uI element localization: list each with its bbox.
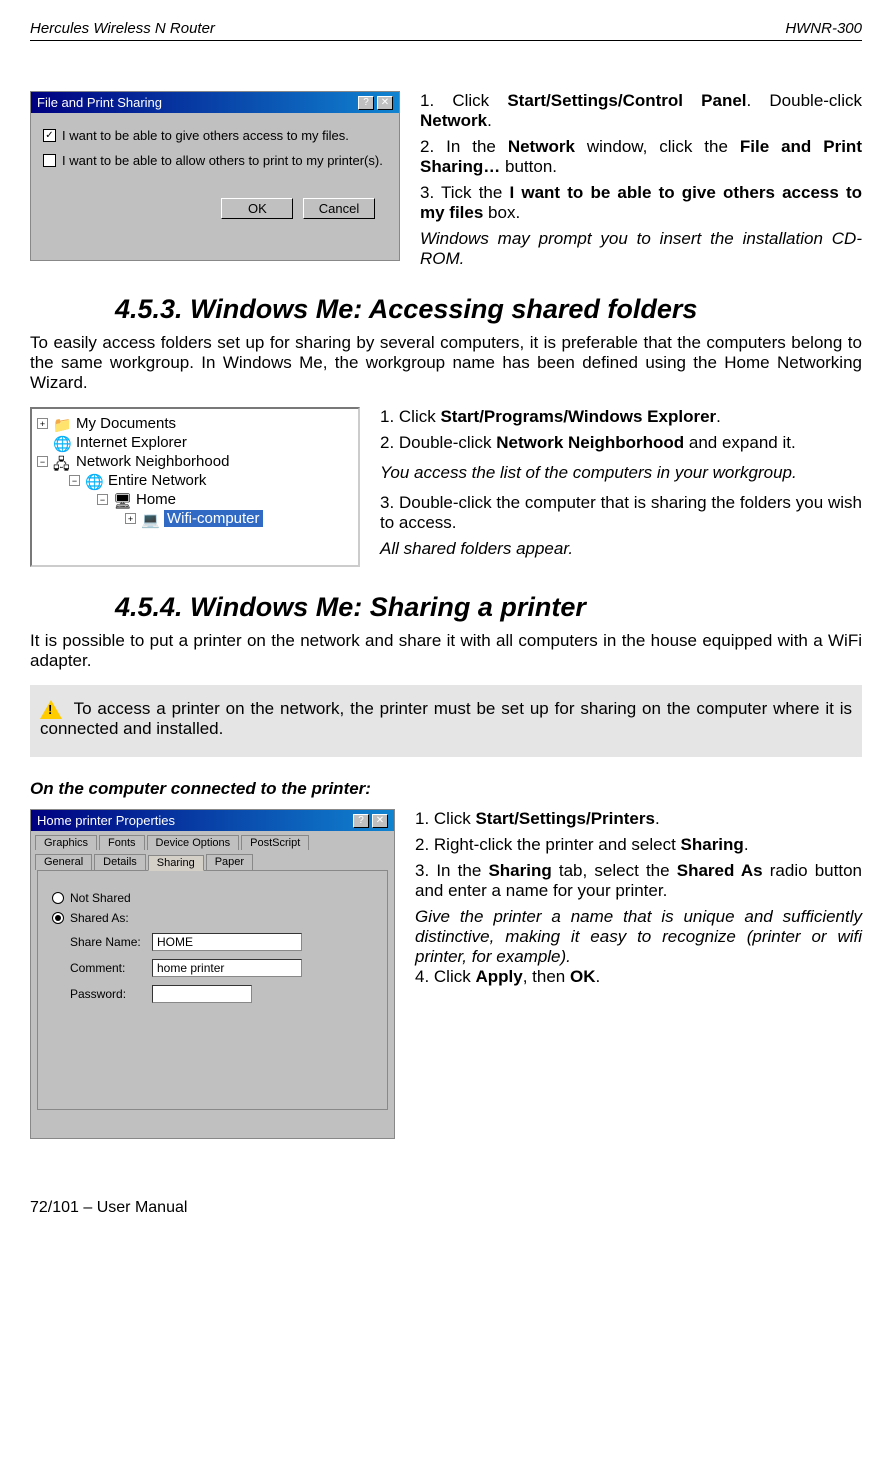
dialog-titlebar: Home printer Properties ? ✕	[31, 810, 394, 831]
note-cdrom: Windows may prompt you to insert the ins…	[420, 229, 862, 269]
page-footer: 72/101 – User Manual	[30, 1199, 862, 1217]
expander-icon[interactable]: −	[37, 456, 48, 467]
tree-item[interactable]: +📁My Documents	[37, 414, 353, 433]
dialog-body: ✓ I want to be able to give others acces…	[31, 113, 399, 234]
header-left: Hercules Wireless N Router	[30, 20, 215, 37]
field-password: Password:	[70, 985, 373, 1003]
tree-item[interactable]: 🌐Internet Explorer	[37, 433, 353, 452]
expander-icon[interactable]: −	[69, 475, 80, 486]
checkbox-label: I want to be able to allow others to pri…	[62, 153, 383, 168]
tree-item[interactable]: +💻Wifi-computer	[37, 509, 353, 528]
titlebar-buttons: ? ✕	[358, 96, 393, 110]
dialog-title-text: Home printer Properties	[37, 813, 175, 828]
step-3: 3. Tick the I want to be able to give ot…	[420, 183, 862, 223]
step-2: 2. In the Network window, click the File…	[420, 137, 862, 177]
folder-icon: 📁	[53, 416, 71, 432]
dialog-titlebar: File and Print Sharing ? ✕	[31, 92, 399, 113]
network-icon: 🖧	[53, 454, 71, 470]
dialog-printer-properties: Home printer Properties ? ✕ Graphics Fon…	[30, 809, 395, 1139]
checkbox-row-files[interactable]: ✓ I want to be able to give others acces…	[43, 128, 387, 143]
label-share-name: Share Name:	[70, 935, 144, 949]
tab-paper[interactable]: Paper	[206, 854, 253, 870]
computer-icon: 💻	[141, 511, 159, 527]
para-453: To easily access folders set up for shar…	[30, 333, 862, 393]
warning-text: To access a printer on the network, the …	[40, 699, 852, 738]
checkbox-row-printers[interactable]: I want to be able to allow others to pri…	[43, 153, 387, 168]
steps-access-shared: 1. Click Start/Programs/Windows Explorer…	[380, 407, 862, 559]
tab-details[interactable]: Details	[94, 854, 146, 870]
header-right: HWNR-300	[785, 20, 862, 37]
checkbox-label: I want to be able to give others access …	[62, 128, 349, 143]
section-heading-454: 4.5.4. Windows Me: Sharing a printer	[115, 592, 862, 623]
note-printer-name: Give the printer a name that is unique a…	[415, 907, 862, 967]
input-share-name[interactable]: HOME	[152, 933, 302, 951]
titlebar-buttons: ? ✕	[353, 814, 388, 828]
note-folders-appear: All shared folders appear.	[380, 539, 862, 559]
help-icon[interactable]: ?	[353, 814, 369, 828]
tab-general[interactable]: General	[35, 854, 92, 870]
close-icon[interactable]: ✕	[377, 96, 393, 110]
step-1: 1. Click Start/Programs/Windows Explorer…	[380, 407, 862, 427]
radio-shared-as[interactable]: Shared As:	[52, 911, 373, 925]
tree-item[interactable]: −🖥Home	[37, 490, 353, 509]
section-heading-453: 4.5.3. Windows Me: Accessing shared fold…	[115, 294, 862, 325]
close-icon[interactable]: ✕	[372, 814, 388, 828]
dialog-file-print-sharing: File and Print Sharing ? ✕ ✓ I want to b…	[30, 91, 400, 261]
label-password: Password:	[70, 987, 144, 1001]
checkbox-icon[interactable]	[43, 154, 56, 167]
tree-item[interactable]: −🌐Entire Network	[37, 471, 353, 490]
field-comment: Comment: home printer	[70, 959, 373, 977]
label-comment: Comment:	[70, 961, 144, 975]
warning-box: To access a printer on the network, the …	[30, 685, 862, 757]
checkbox-icon[interactable]: ✓	[43, 129, 56, 142]
subhead-printer-computer: On the computer connected to the printer…	[30, 779, 862, 799]
para-454: It is possible to put a printer on the n…	[30, 631, 862, 671]
block-file-print-sharing: File and Print Sharing ? ✕ ✓ I want to b…	[30, 91, 862, 269]
help-icon[interactable]: ?	[358, 96, 374, 110]
step-2: 2. Double-click Network Neighborhood and…	[380, 433, 862, 453]
expander-icon[interactable]: −	[97, 494, 108, 505]
expander-icon[interactable]: +	[37, 418, 48, 429]
block-access-shared: +📁My Documents 🌐Internet Explorer −🖧Netw…	[30, 407, 862, 567]
ok-button[interactable]: OK	[221, 198, 293, 219]
input-comment[interactable]: home printer	[152, 959, 302, 977]
step-1: 1. Click Start/Settings/Printers.	[415, 809, 862, 829]
tab-panel-sharing: Not Shared Shared As: Share Name: HOME C…	[37, 870, 388, 1110]
input-password[interactable]	[152, 985, 252, 1003]
explorer-tree-image: +📁My Documents 🌐Internet Explorer −🖧Netw…	[30, 407, 360, 567]
dialog-title-text: File and Print Sharing	[37, 95, 162, 110]
ie-icon: 🌐	[53, 435, 71, 451]
tabs-row-top: Graphics Fonts Device Options PostScript	[31, 831, 394, 850]
tree-item[interactable]: −🖧Network Neighborhood	[37, 452, 353, 471]
cancel-button[interactable]: Cancel	[303, 198, 375, 219]
tab-fonts[interactable]: Fonts	[99, 835, 145, 850]
step-1: 1. Click Start/Settings/Control Panel. D…	[420, 91, 862, 131]
step-3: 3. In the Sharing tab, select the Shared…	[415, 861, 862, 901]
page-header: Hercules Wireless N Router HWNR-300	[30, 20, 862, 41]
step-2: 2. Right-click the printer and select Sh…	[415, 835, 862, 855]
tab-device-options[interactable]: Device Options	[147, 835, 240, 850]
field-share-name: Share Name: HOME	[70, 933, 373, 951]
workgroup-icon: 🖥	[113, 492, 131, 508]
tab-graphics[interactable]: Graphics	[35, 835, 97, 850]
note-workgroup: You access the list of the computers in …	[380, 463, 862, 483]
radio-icon[interactable]	[52, 912, 64, 924]
step-4: 4. Click Apply, then OK.	[415, 967, 862, 987]
expander-icon[interactable]: +	[125, 513, 136, 524]
dialog-button-row: OK Cancel	[43, 198, 387, 219]
warning-icon	[40, 700, 62, 719]
globe-icon: 🌐	[85, 473, 103, 489]
tab-postscript[interactable]: PostScript	[241, 835, 309, 850]
steps-file-sharing: 1. Click Start/Settings/Control Panel. D…	[420, 91, 862, 269]
step-3: 3. Double-click the computer that is sha…	[380, 493, 862, 533]
radio-icon[interactable]	[52, 892, 64, 904]
tabs-row-bottom: General Details Sharing Paper	[31, 850, 394, 870]
steps-printer-sharing: 1. Click Start/Settings/Printers. 2. Rig…	[415, 809, 862, 993]
tab-sharing[interactable]: Sharing	[148, 855, 204, 871]
radio-not-shared[interactable]: Not Shared	[52, 891, 373, 905]
block-printer-sharing: Home printer Properties ? ✕ Graphics Fon…	[30, 809, 862, 1139]
